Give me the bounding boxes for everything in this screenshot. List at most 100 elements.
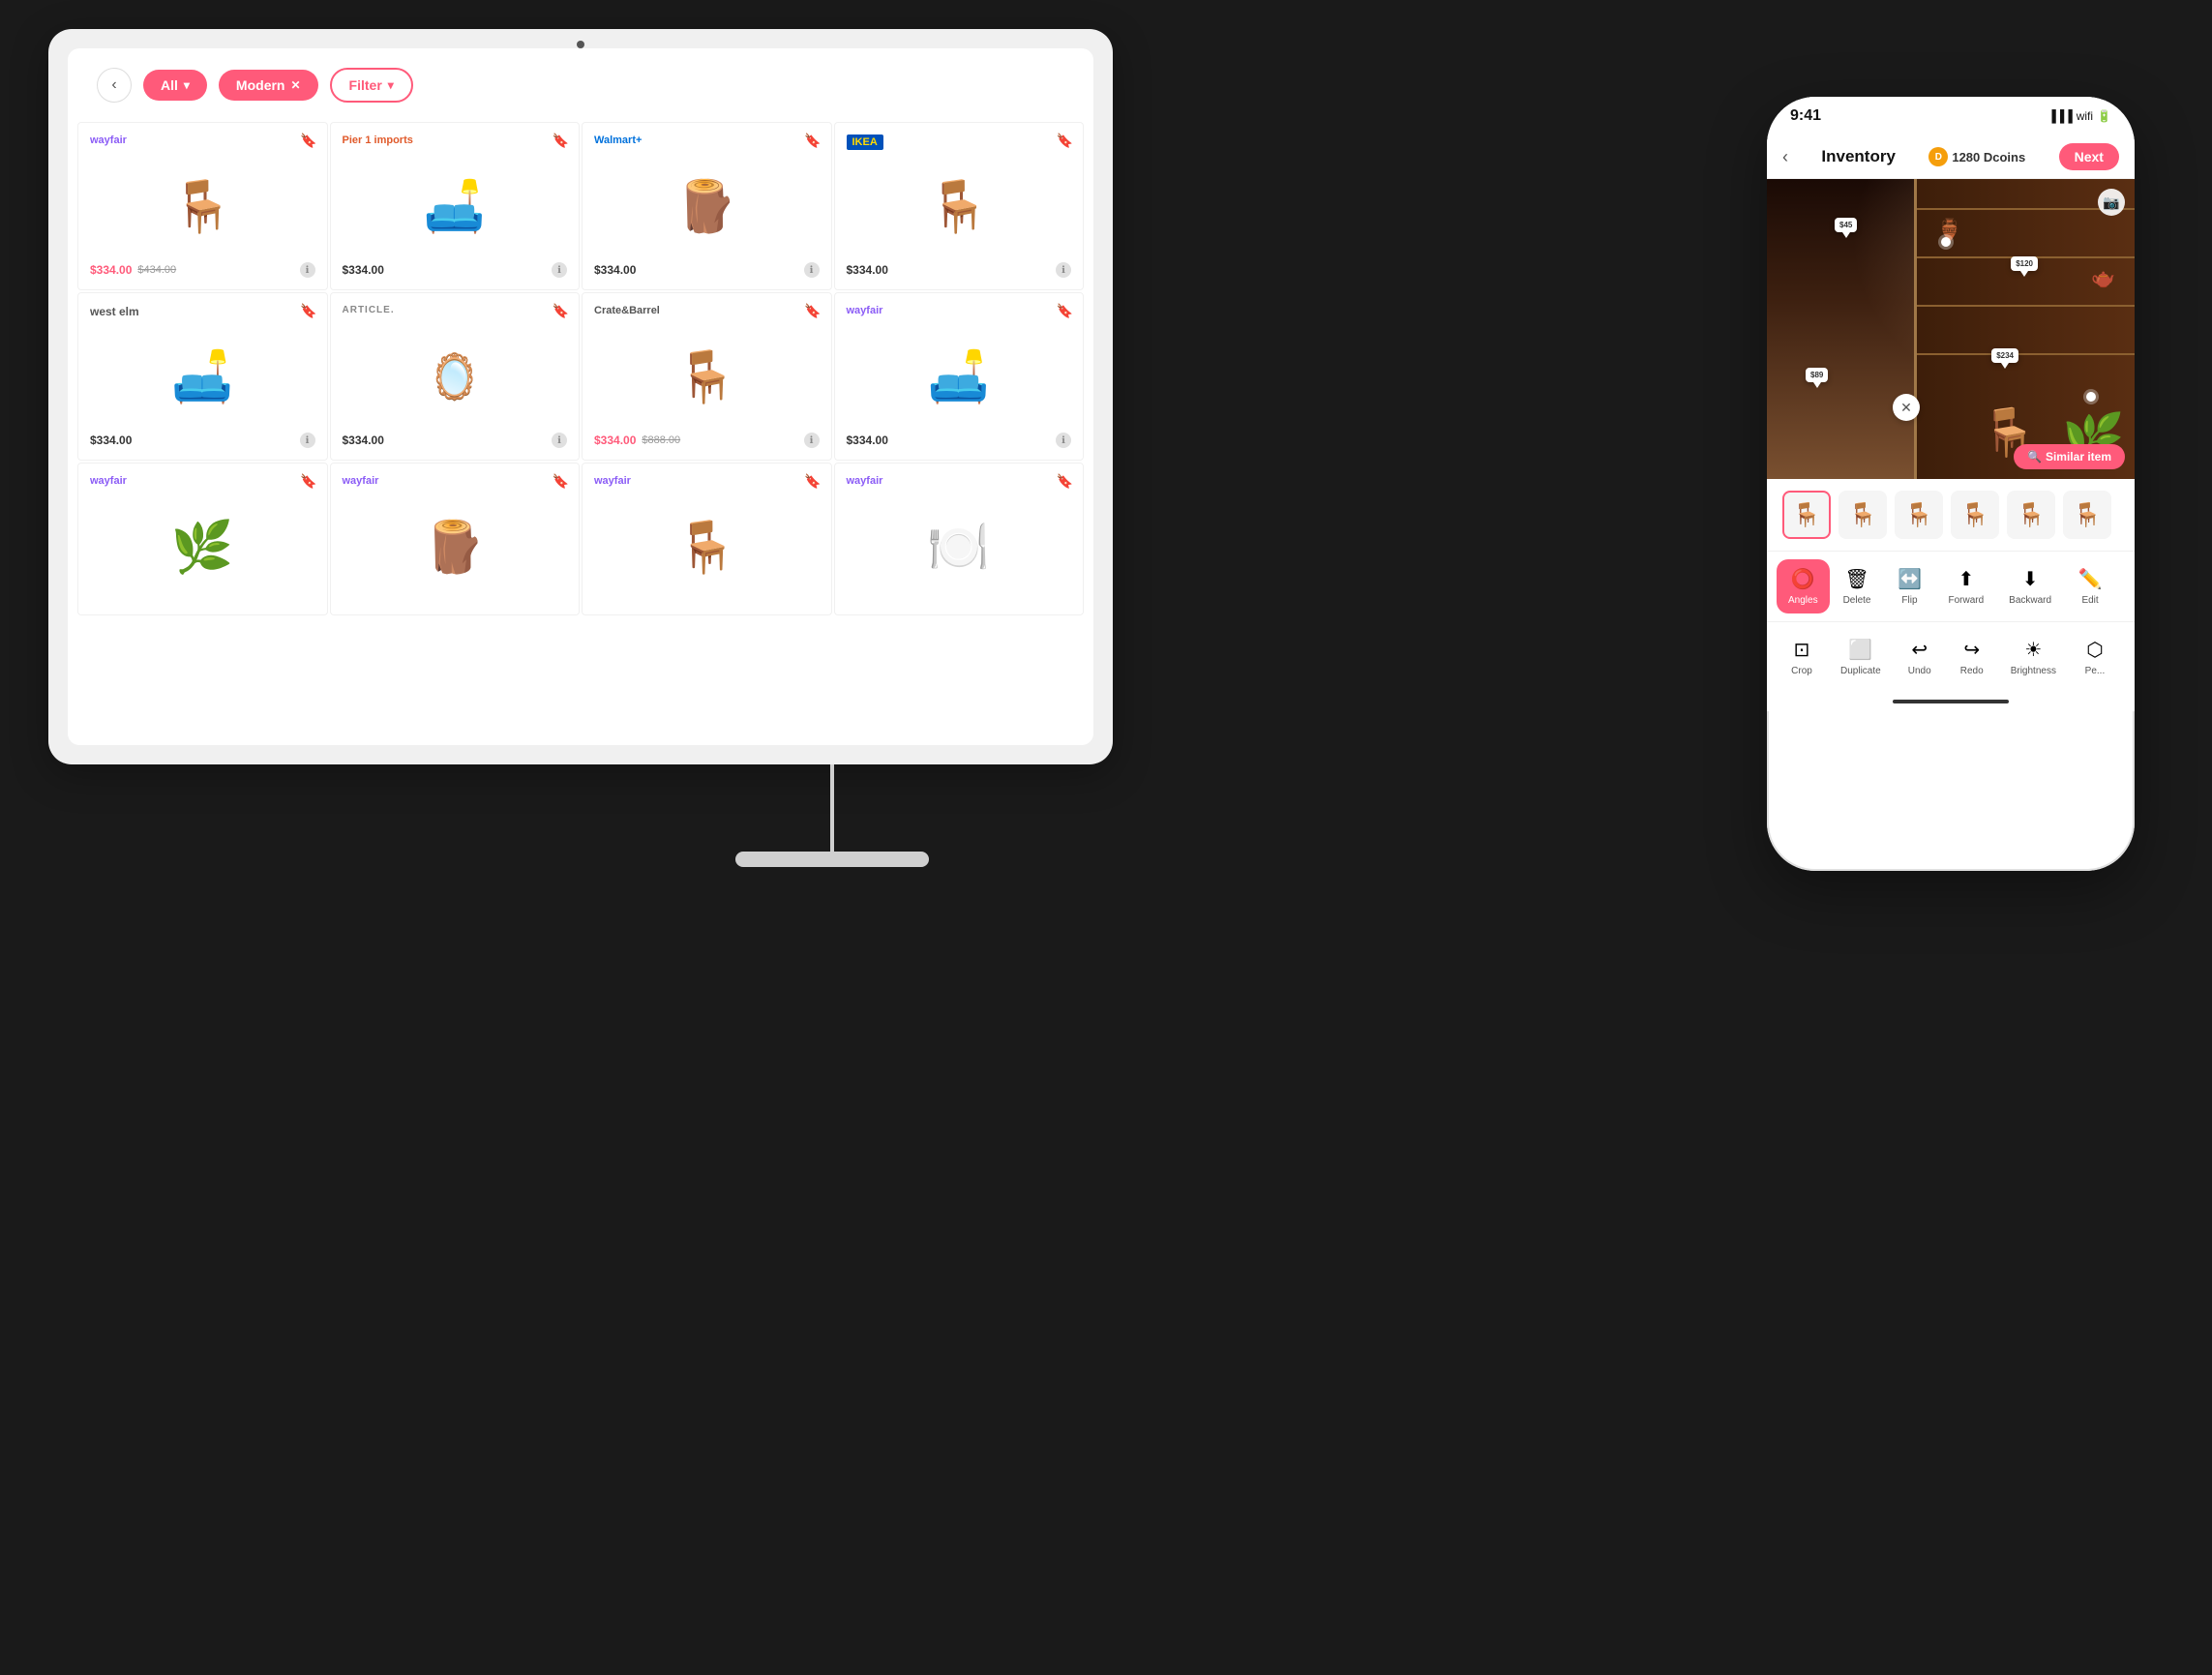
- bookmark-icon[interactable]: 🔖: [1057, 133, 1073, 149]
- brightness-tool[interactable]: ☀ Brightness: [1999, 630, 2068, 684]
- forward-label: Forward: [1948, 595, 1984, 606]
- flip-tool[interactable]: ↔️ Flip: [1884, 559, 1934, 613]
- bookmark-icon[interactable]: 🔖: [804, 473, 821, 490]
- shelf-row: [1917, 353, 2135, 355]
- crop-tool[interactable]: ⊡ Crop: [1777, 630, 1827, 684]
- product-card[interactable]: Crate&Barrel 🔖 🪑 $334.00 $888.00 ℹ: [582, 292, 832, 461]
- info-icon[interactable]: ℹ: [300, 262, 315, 278]
- delete-tool[interactable]: 🗑 Delete: [1832, 559, 1883, 613]
- product-card[interactable]: Walmart+ 🔖 🪵 $334.00 ℹ: [582, 122, 832, 290]
- furniture-picker: 🪑 🪑 🪑 🪑 🪑 🪑: [1767, 479, 2135, 552]
- phone-title: Inventory: [1821, 147, 1896, 166]
- undo-label: Undo: [1908, 666, 1931, 676]
- product-card[interactable]: wayfair 🔖 🪵: [330, 463, 581, 615]
- info-icon[interactable]: ℹ: [552, 433, 567, 448]
- redo-label: Redo: [1960, 666, 1984, 676]
- filter-button[interactable]: Filter ▾: [330, 68, 413, 103]
- duplicate-tool[interactable]: ⬜ Duplicate: [1829, 630, 1893, 684]
- product-image: 🪵: [594, 158, 820, 254]
- bookmark-icon[interactable]: 🔖: [1057, 303, 1073, 319]
- product-card[interactable]: wayfair 🔖 🛋️ $334.00 ℹ: [834, 292, 1085, 461]
- furniture-option[interactable]: 🪑: [2063, 491, 2111, 539]
- product-card[interactable]: wayfair 🔖 🌿: [77, 463, 328, 615]
- brightness-label: Brightness: [2011, 666, 2056, 676]
- price: $334.00: [343, 263, 384, 277]
- signal-icon: ▐▐▐: [2048, 109, 2073, 123]
- undo-icon: ↩: [1911, 638, 1928, 662]
- edit-tool[interactable]: ✏️ Edit: [2065, 559, 2115, 613]
- bookmark-icon[interactable]: 🔖: [300, 473, 316, 490]
- bookmark-icon[interactable]: 🔖: [804, 303, 821, 319]
- forward-tool[interactable]: ⬆ Forward: [1936, 559, 1995, 613]
- bookmark-icon[interactable]: 🔖: [804, 133, 821, 149]
- angles-tool[interactable]: ⭕ Angles: [1777, 559, 1830, 613]
- shelf-row: [1917, 305, 2135, 307]
- next-button[interactable]: Next: [2059, 143, 2119, 170]
- location-dot[interactable]: [1941, 237, 1951, 247]
- photo-button[interactable]: 📷: [2098, 189, 2125, 216]
- backward-tool[interactable]: ⬇ Backward: [1997, 559, 2063, 613]
- product-brand: Crate&Barrel: [594, 305, 820, 320]
- product-image: 🍽️: [847, 498, 1072, 595]
- bookmark-icon[interactable]: 🔖: [300, 133, 316, 149]
- furniture-option[interactable]: 🪑: [1895, 491, 1943, 539]
- perspective-tool[interactable]: ⬡ Pe...: [2070, 630, 2120, 684]
- product-card[interactable]: ARTICLE. 🔖 🪞 $334.00 ℹ: [330, 292, 581, 461]
- monitor-camera: [577, 41, 584, 48]
- info-icon[interactable]: ℹ: [804, 262, 820, 278]
- product-card[interactable]: wayfair 🔖 🪑 $334.00 $434.00 ℹ: [77, 122, 328, 290]
- furniture-option[interactable]: 🪑: [1951, 491, 1999, 539]
- product-card[interactable]: wayfair 🔖 🍽️: [834, 463, 1085, 615]
- undo-tool[interactable]: ↩ Undo: [1895, 630, 1945, 684]
- location-dot[interactable]: [2086, 392, 2096, 402]
- product-brand: west elm: [90, 305, 315, 320]
- product-image: 🪑: [594, 328, 820, 425]
- info-icon[interactable]: ℹ: [804, 433, 820, 448]
- product-card[interactable]: IKEA 🔖 🪑 $334.00 ℹ: [834, 122, 1085, 290]
- all-filter-button[interactable]: All ▾: [143, 70, 207, 101]
- all-filter-label: All: [161, 77, 178, 93]
- furniture-option[interactable]: 🪑: [1782, 491, 1831, 539]
- furniture-option[interactable]: 🪑: [1838, 491, 1887, 539]
- product-image: 🪑: [847, 158, 1072, 254]
- shelf-decor: 🫖: [2091, 266, 2115, 290]
- info-icon[interactable]: ℹ: [1056, 262, 1071, 278]
- info-icon[interactable]: ℹ: [300, 433, 315, 448]
- similar-item-button[interactable]: 🔍 Similar item: [2014, 444, 2125, 469]
- product-brand: wayfair: [90, 475, 315, 491]
- info-icon[interactable]: ℹ: [552, 262, 567, 278]
- info-icon[interactable]: ℹ: [1056, 433, 1071, 448]
- price-tag[interactable]: $45: [1835, 218, 1857, 232]
- bookmark-icon[interactable]: 🔖: [553, 133, 569, 149]
- back-button[interactable]: ‹: [97, 68, 132, 103]
- status-bar: 9:41 ▐▐▐ wifi 🔋: [1767, 97, 2135, 135]
- phone-header: ‹ Inventory D 1280 Dcoins Next: [1767, 135, 2135, 179]
- price-tag[interactable]: $234: [1991, 348, 2018, 363]
- product-card[interactable]: Pier 1 imports 🔖 🛋️ $334.00 ℹ: [330, 122, 581, 290]
- furniture-option[interactable]: 🪑: [2007, 491, 2055, 539]
- product-card[interactable]: wayfair 🔖 🪑: [582, 463, 832, 615]
- product-brand: wayfair: [847, 305, 1072, 320]
- modern-filter-button[interactable]: Modern ✕: [219, 70, 318, 101]
- toolbar-row-2: ⊡ Crop ⬜ Duplicate ↩ Undo ↪ Redo ☀ Brigh…: [1767, 622, 2135, 692]
- home-indicator[interactable]: [1893, 700, 2009, 703]
- redo-tool[interactable]: ↪ Redo: [1947, 630, 1997, 684]
- price-row: $334.00 ℹ: [847, 433, 1072, 448]
- bookmark-icon[interactable]: 🔖: [553, 303, 569, 319]
- product-image: 🪑: [594, 498, 820, 595]
- perspective-label: Pe...: [2085, 666, 2106, 676]
- modern-filter-close[interactable]: ✕: [290, 78, 300, 92]
- bookmark-icon[interactable]: 🔖: [1057, 473, 1073, 490]
- price-tag[interactable]: $120: [2011, 256, 2038, 271]
- angles-icon: ⭕: [1791, 567, 1815, 591]
- all-filter-chevron: ▾: [184, 78, 190, 92]
- room-image-area[interactable]: 🏺 🫖 🌿 🪑 $45 $120 $89 $234 ✕ 📷 🔍: [1767, 179, 2135, 479]
- bookmark-icon[interactable]: 🔖: [300, 303, 316, 319]
- product-image: 🛋️: [343, 158, 568, 254]
- crop-label: Crop: [1791, 666, 1812, 676]
- bookmark-icon[interactable]: 🔖: [553, 473, 569, 490]
- price-tag[interactable]: $89: [1806, 368, 1828, 382]
- remove-item-button[interactable]: ✕: [1893, 394, 1920, 421]
- phone-back-button[interactable]: ‹: [1782, 147, 1788, 167]
- product-card[interactable]: west elm 🔖 🛋️ $334.00 ℹ: [77, 292, 328, 461]
